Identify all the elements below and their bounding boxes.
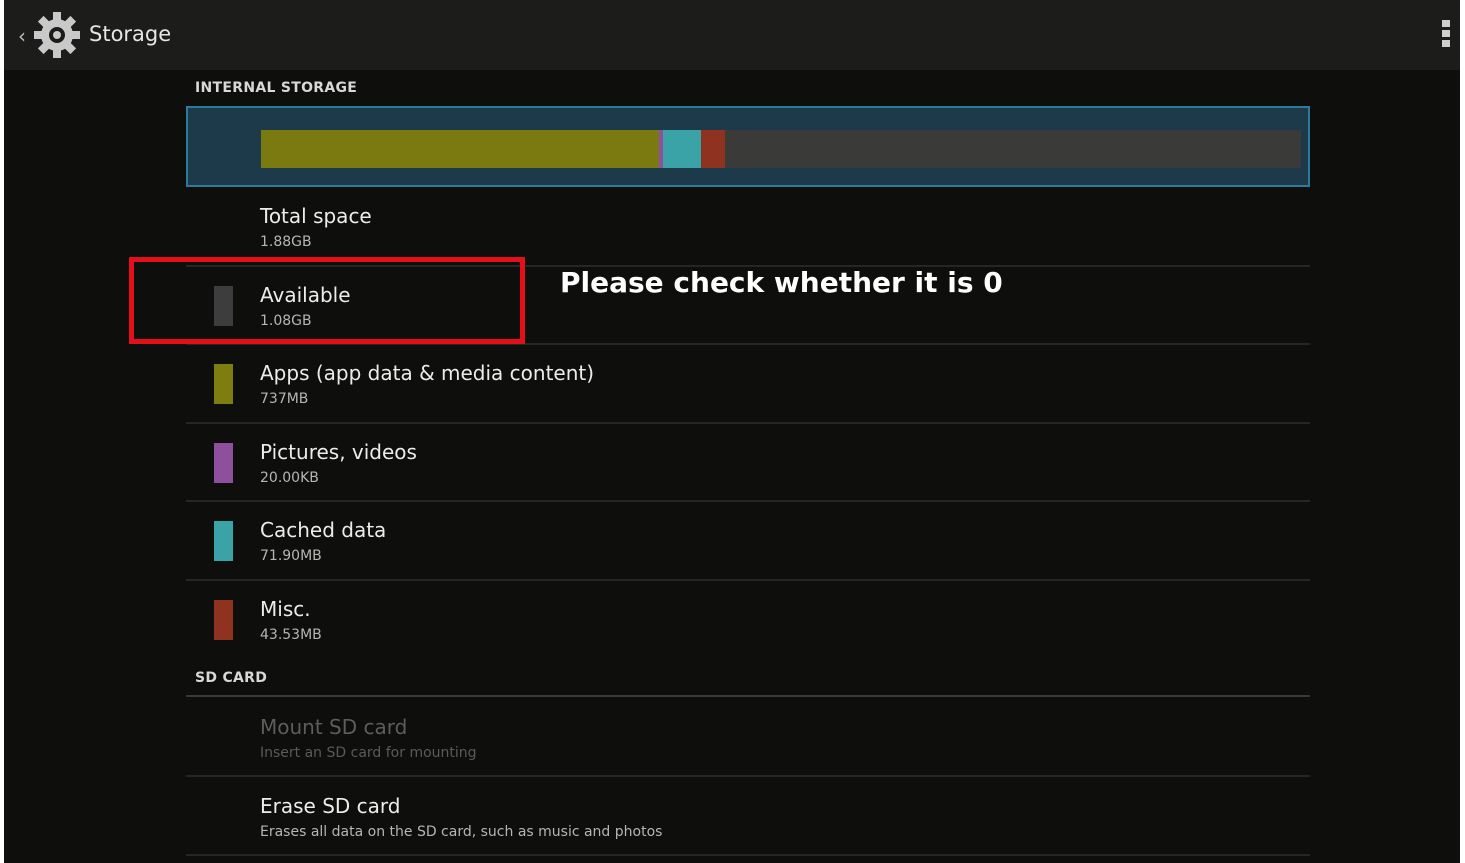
usage-segment [724, 130, 1301, 168]
storage-item-misc[interactable]: Misc. 43.53MB [186, 581, 1310, 660]
divider [186, 695, 1310, 697]
storage-usage-graph [186, 106, 1310, 187]
storage-item-size: 737MB [260, 391, 309, 407]
action-bar: ‹ Storage [4, 0, 1460, 70]
storage-item-label: Apps (app data & media content) [260, 361, 595, 385]
color-swatch [214, 599, 233, 640]
gear-icon[interactable] [32, 10, 82, 60]
storage-settings-screen: ‹ Storage INTERNAL STORAGE Total space 1… [4, 0, 1460, 863]
usage-segment [663, 130, 701, 168]
storage-item-size: 43.53MB [260, 626, 322, 643]
sd-item-summary: Erases all data on the SD card, such as … [260, 824, 663, 840]
storage-item-size: 71.90MB [260, 548, 322, 564]
storage-item-cached-data[interactable]: Cached data 71.90MB [186, 502, 1310, 581]
sd-card-header: SD CARD [195, 670, 268, 686]
storage-item-size: 1.88GB [260, 234, 312, 250]
erase-sd-card-item[interactable]: Erase SD card Erases all data on the SD c… [186, 777, 1310, 856]
usage-segment [261, 130, 660, 168]
divider [186, 854, 1310, 856]
internal-storage-header: INTERNAL STORAGE [195, 80, 358, 96]
storage-item-label: Pictures, videos [260, 439, 417, 464]
storage-usage-bar [261, 130, 1301, 168]
storage-item-pictures-videos[interactable]: Pictures, videos 20.00KB [186, 424, 1310, 502]
storage-item-label: Cached data [260, 518, 387, 542]
storage-item-apps-app-data-media-content[interactable]: Apps (app data & media content) 737MB [186, 345, 1310, 424]
sd-item-label: Mount SD card [260, 715, 408, 739]
mount-sd-card-item: Mount SD card Insert an SD card for mount… [186, 698, 1310, 777]
storage-item-total-space: Total space 1.88GB [186, 188, 1310, 267]
color-swatch [214, 442, 233, 483]
storage-item-label: Total space [260, 204, 372, 228]
screen-title: Storage [89, 22, 172, 46]
overflow-menu-icon[interactable] [1440, 20, 1452, 52]
sd-item-label: Erase SD card [260, 794, 401, 818]
storage-item-label: Misc. [260, 596, 311, 621]
highlight-annotation-box [129, 257, 525, 344]
annotation-note: Please check whether it is 0 [560, 266, 1003, 299]
storage-item-size: 20.00KB [260, 469, 319, 486]
usage-segment [700, 130, 725, 168]
color-swatch [214, 364, 233, 404]
back-chevron-icon[interactable]: ‹ [18, 24, 26, 48]
sd-item-summary: Insert an SD card for mounting [260, 745, 477, 761]
color-swatch [214, 521, 233, 561]
